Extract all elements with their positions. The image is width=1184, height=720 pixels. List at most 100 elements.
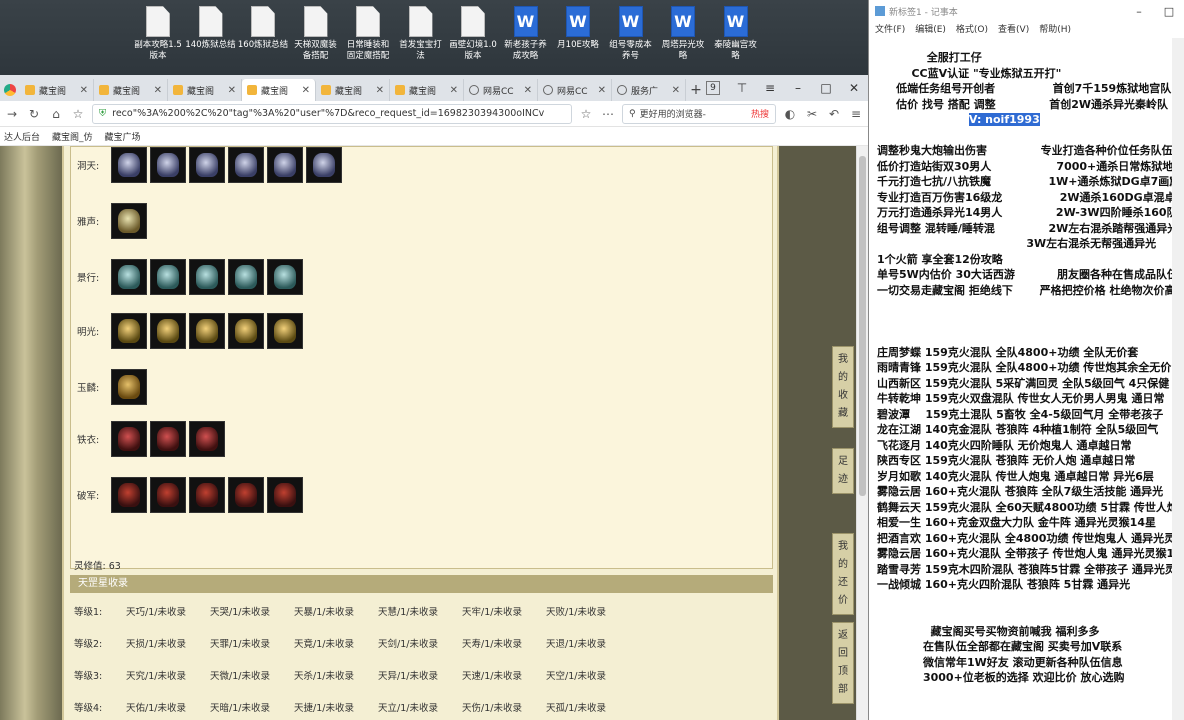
desktop-file-icon[interactable]: W 月10E攻略 bbox=[551, 6, 605, 51]
reload-icon[interactable]: ↻ bbox=[26, 107, 42, 121]
page-scrollbar[interactable] bbox=[856, 146, 868, 720]
equipment-item-icon[interactable] bbox=[228, 313, 264, 349]
browser-logo-icon[interactable] bbox=[0, 79, 20, 101]
new-tab-button[interactable]: + bbox=[686, 79, 706, 101]
equipment-item-icon[interactable] bbox=[111, 259, 147, 295]
notepad-menu-item[interactable]: 帮助(H) bbox=[1039, 22, 1071, 38]
maximize-button[interactable]: □ bbox=[812, 81, 840, 95]
tab-close-icon[interactable]: ✕ bbox=[672, 85, 680, 96]
equipment-item-icon[interactable] bbox=[111, 421, 147, 457]
tab-close-icon[interactable]: ✕ bbox=[450, 85, 458, 96]
shirt-icon[interactable]: ⊤ bbox=[728, 81, 756, 95]
equipment-item-icon[interactable] bbox=[267, 477, 303, 513]
equipment-item-icon[interactable] bbox=[228, 147, 264, 183]
notepad-menu-item[interactable]: 文件(F) bbox=[875, 22, 905, 38]
equipment-item-icon[interactable] bbox=[111, 147, 147, 183]
tab-close-icon[interactable]: ✕ bbox=[228, 85, 236, 96]
equipment-item-icon[interactable] bbox=[150, 313, 186, 349]
desktop-file-icon[interactable]: 天梯双魔装 备搭配 bbox=[289, 6, 343, 62]
equipment-row: 玉麟: bbox=[77, 369, 150, 405]
tab-close-icon[interactable]: ✕ bbox=[80, 85, 88, 96]
desktop-file-icon[interactable]: 日常睡装和 固定魔搭配 bbox=[341, 6, 395, 62]
menu-icon[interactable]: ≡ bbox=[756, 81, 784, 95]
browser-tab[interactable]: 藏宝阁 ✕ bbox=[242, 79, 316, 101]
star-icon[interactable]: ☆ bbox=[578, 107, 594, 121]
bookmark-item[interactable]: 达人后台 bbox=[4, 130, 40, 143]
home-icon[interactable]: ⌂ bbox=[48, 107, 64, 121]
bookmark-item[interactable]: 藏宝阁_仿 bbox=[52, 130, 93, 143]
browser-tab[interactable]: 网易CC ✕ bbox=[464, 79, 538, 101]
equipment-item-icon[interactable] bbox=[150, 147, 186, 183]
bookmark-star-icon[interactable]: ☆ bbox=[70, 107, 86, 121]
equipment-item-icon[interactable] bbox=[111, 313, 147, 349]
tab-close-icon[interactable]: ✕ bbox=[302, 85, 310, 96]
equipment-item-icon[interactable] bbox=[111, 477, 147, 513]
screenshot-icon[interactable]: ✂ bbox=[804, 107, 820, 121]
equipment-item-icon[interactable] bbox=[150, 421, 186, 457]
tab-close-icon[interactable]: ✕ bbox=[598, 85, 606, 96]
browser-tab[interactable]: 藏宝阁 ✕ bbox=[168, 79, 242, 101]
forward-icon[interactable]: → bbox=[4, 107, 20, 121]
equipment-item-icon[interactable] bbox=[267, 313, 303, 349]
tab-close-icon[interactable]: ✕ bbox=[154, 85, 162, 96]
equipment-item-icon[interactable] bbox=[111, 369, 147, 405]
tab-close-icon[interactable]: ✕ bbox=[524, 85, 532, 96]
browser-tab[interactable]: 藏宝阁 ✕ bbox=[20, 79, 94, 101]
notepad-scrollbar[interactable] bbox=[1172, 38, 1184, 720]
more-icon[interactable]: ⋯ bbox=[600, 107, 616, 121]
notepad-maximize-button[interactable]: □ bbox=[1154, 5, 1184, 18]
equipment-item-icon[interactable] bbox=[189, 421, 225, 457]
equipment-item-icon[interactable] bbox=[267, 147, 303, 183]
equipment-item-icon[interactable] bbox=[150, 477, 186, 513]
equipment-item-icon[interactable] bbox=[228, 477, 264, 513]
my-offers-button[interactable]: 我 的 还 价 bbox=[832, 533, 854, 615]
browser-tab[interactable]: 藏宝阁 ✕ bbox=[316, 79, 390, 101]
desktop-file-icon[interactable]: 副本攻略1.5 版本 bbox=[131, 6, 185, 62]
desktop-file-icon[interactable]: 160炼狱总结 bbox=[236, 6, 290, 51]
equipment-item-icon[interactable] bbox=[150, 259, 186, 295]
equipment-item-icon[interactable] bbox=[228, 259, 264, 295]
bookmark-item[interactable]: 藏宝广场 bbox=[105, 130, 141, 143]
notepad-menu-item[interactable]: 格式(O) bbox=[956, 22, 988, 38]
undo-icon[interactable]: ↶ bbox=[826, 107, 842, 121]
desktop-file-label: 160炼狱总结 bbox=[237, 40, 289, 50]
equipment-item-icon[interactable] bbox=[267, 259, 303, 295]
my-favorites-button[interactable]: 我 的 收 藏 bbox=[832, 346, 854, 428]
back-to-top-button[interactable]: 返 回 顶 部 bbox=[832, 622, 854, 704]
url-input[interactable]: ⛨ reco"%3A%200%2C%20"tag"%3A%20"user"%7D&… bbox=[92, 103, 572, 124]
equipment-item-icon[interactable] bbox=[189, 259, 225, 295]
desktop-file-icon[interactable]: 画壁幻境1.0 版本 bbox=[446, 6, 500, 62]
star-status: 天微/1/未收录 bbox=[210, 671, 270, 682]
notepad-minimize-button[interactable]: – bbox=[1124, 5, 1154, 18]
browser-tab[interactable]: 网易CC ✕ bbox=[538, 79, 612, 101]
desktop-file-icon[interactable]: W 新老孩子养 成攻略 bbox=[499, 6, 553, 62]
browser-tab[interactable]: 藏宝阁 ✕ bbox=[94, 79, 168, 101]
equipment-item-icon[interactable] bbox=[111, 203, 147, 239]
footprint-button[interactable]: 足 迹 bbox=[832, 448, 854, 494]
notepad-menu-item[interactable]: 查看(V) bbox=[998, 22, 1029, 38]
hamburger-icon[interactable]: ≡ bbox=[848, 107, 864, 121]
tab-close-icon[interactable]: ✕ bbox=[376, 85, 384, 96]
desktop-file-icon[interactable]: 首发宝宝打 法 bbox=[394, 6, 448, 62]
minimize-button[interactable]: – bbox=[784, 81, 812, 95]
desktop-file-icon[interactable]: 140炼狱总结 bbox=[184, 6, 238, 51]
desktop-file-icon[interactable]: W 周塔异光攻 略 bbox=[656, 6, 710, 62]
equipment-item-icon[interactable] bbox=[189, 477, 225, 513]
star-status: 天败/1/未收录 bbox=[546, 607, 606, 618]
scrollbar-thumb[interactable] bbox=[859, 156, 866, 496]
desktop-file-icon[interactable]: W 组号零成本 养号 bbox=[604, 6, 658, 62]
browser-tab[interactable]: 藏宝阁 ✕ bbox=[390, 79, 464, 101]
equipment-item-icon[interactable] bbox=[189, 313, 225, 349]
hot-search-label[interactable]: 热搜 bbox=[751, 107, 769, 120]
search-input[interactable]: ⚲ 更好用的浏览器- 热搜 bbox=[622, 103, 776, 124]
extension-icon[interactable]: ◐ bbox=[782, 107, 798, 121]
star-status: 天立/1/未收录 bbox=[378, 703, 438, 714]
equipment-item-icon[interactable] bbox=[306, 147, 342, 183]
close-button[interactable]: ✕ bbox=[840, 81, 868, 95]
desktop-file-icon[interactable]: W 秦陵幽宫攻 略 bbox=[709, 6, 763, 62]
browser-tab[interactable]: 服务广 ✕ bbox=[612, 79, 686, 101]
notepad-menu-item[interactable]: 编辑(E) bbox=[915, 22, 946, 38]
tab-count-badge[interactable]: 9 bbox=[706, 81, 720, 95]
notepad-text[interactable]: 全服打工仔 CC蓝V认证 "专业炼狱五开打" 低端任务组号开创者 首创7千159… bbox=[877, 50, 1184, 686]
equipment-item-icon[interactable] bbox=[189, 147, 225, 183]
